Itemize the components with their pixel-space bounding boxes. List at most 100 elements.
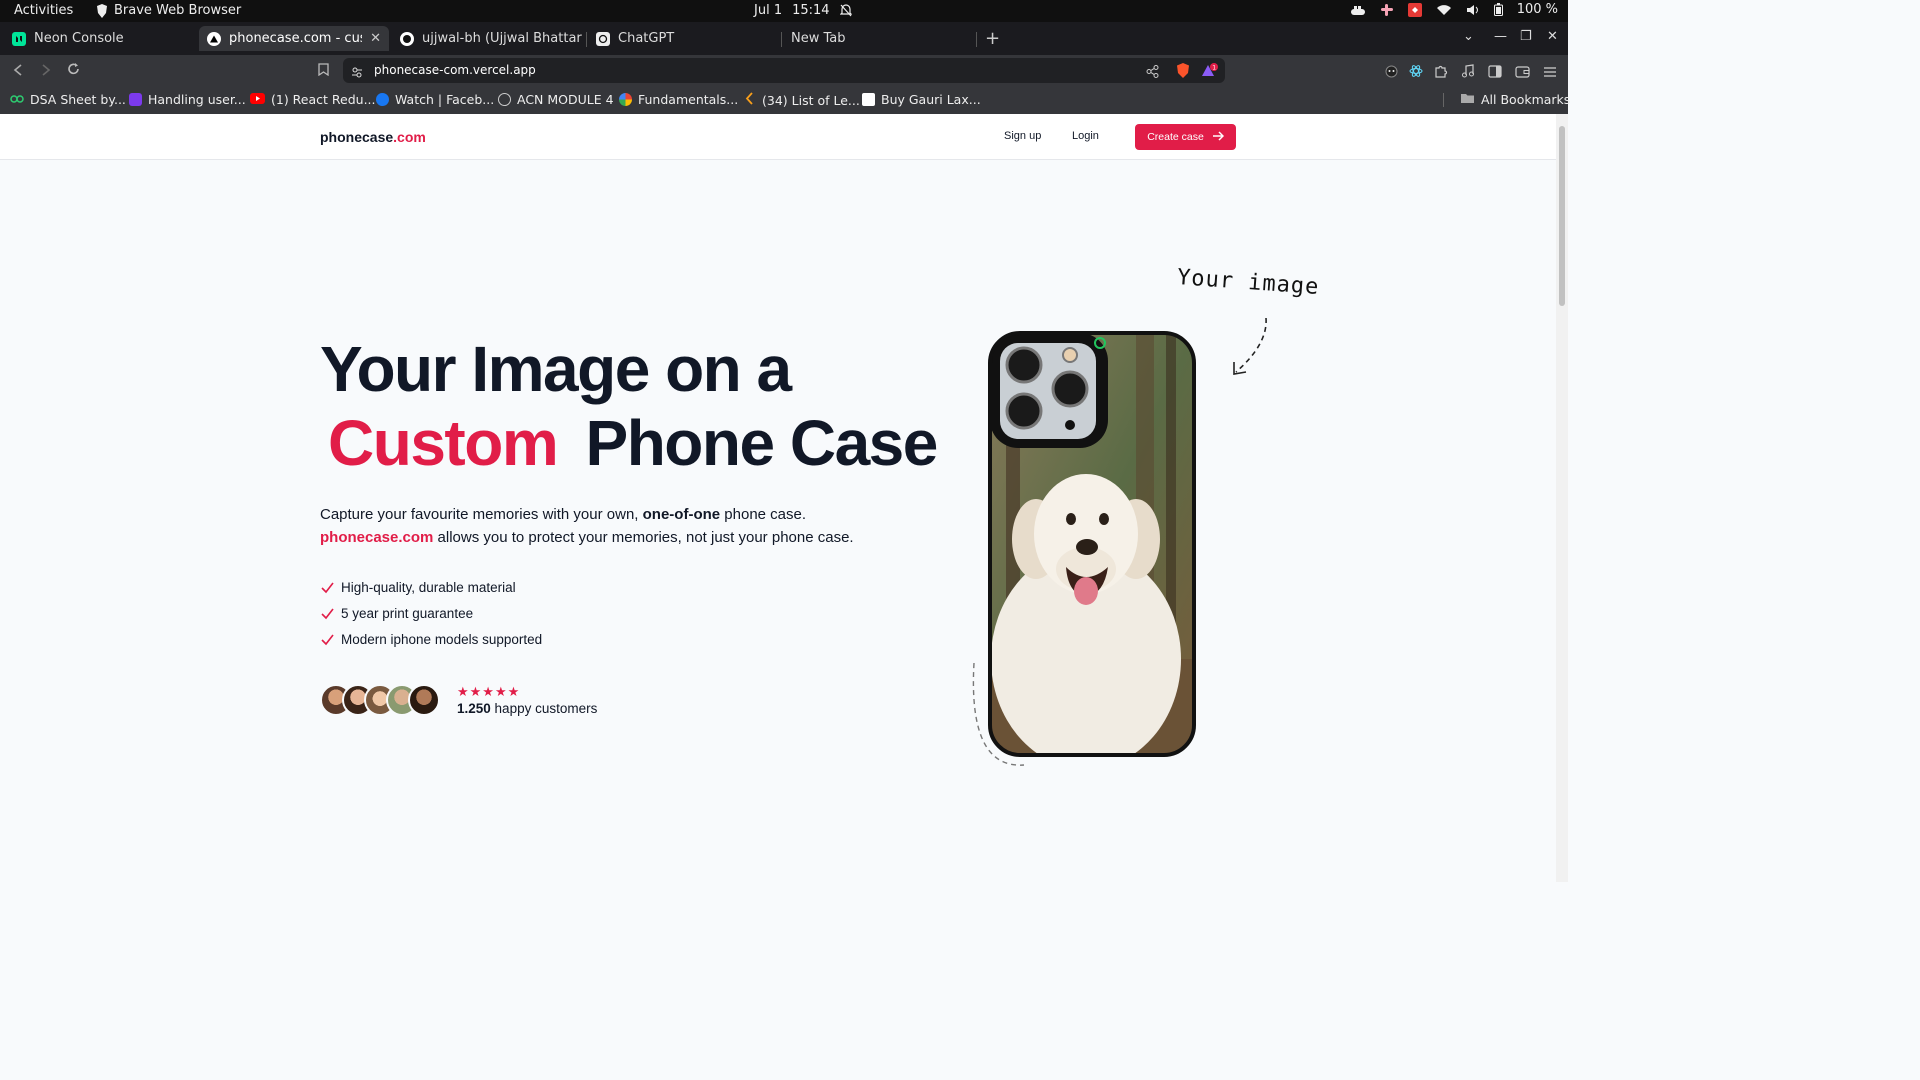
- bookmark-acn-module[interactable]: ACN MODULE 4: [498, 92, 614, 107]
- check-icon: [321, 582, 334, 593]
- bookmarks-bar: DSA Sheet by... Handling user... (1) Rea…: [0, 86, 1570, 114]
- feature-label: High-quality, durable material: [341, 579, 516, 595]
- brave-rewards-icon[interactable]: 1: [1201, 63, 1219, 82]
- headline-line1: Your Image on a: [320, 333, 792, 405]
- bookmark-fundamentals[interactable]: Fundamentals...: [619, 92, 738, 107]
- amazon-icon: [862, 93, 875, 106]
- extension-react-icon[interactable]: [1409, 63, 1423, 82]
- tab-separator: [781, 32, 782, 47]
- active-app-indicator[interactable]: Brave Web Browser: [96, 3, 241, 18]
- slack-icon[interactable]: [1380, 3, 1394, 17]
- bookmark-leetcode-list[interactable]: (34) List of Le...: [744, 92, 860, 108]
- reload-icon[interactable]: [67, 62, 81, 80]
- tab-label: phonecase.com - custom: [229, 31, 362, 46]
- activities-button[interactable]: Activities: [14, 3, 73, 18]
- brave-icon: [96, 3, 108, 18]
- star-rating: ★★★★★: [457, 683, 521, 699]
- page-scrollbar[interactable]: [1556, 114, 1568, 882]
- hero-headline: Your Image on a Custom Phone Case: [320, 332, 939, 480]
- signup-link[interactable]: Sign up: [1004, 130, 1041, 142]
- customer-count: 1.250: [457, 700, 491, 716]
- chatgpt-icon: [596, 31, 610, 46]
- dashed-arrow-icon: [1233, 317, 1267, 375]
- clock[interactable]: Jul 1 15:14: [754, 3, 852, 18]
- your-image-annotation: Your image: [1176, 265, 1321, 300]
- happy-customers: 1.250 happy customers: [457, 701, 597, 716]
- tab-chatgpt[interactable]: ChatGPT: [588, 26, 778, 51]
- brave-shields-icon[interactable]: [1176, 63, 1190, 82]
- bookmark-label: Watch | Faceb...: [395, 92, 495, 107]
- svg-text:1: 1: [1212, 65, 1216, 72]
- check-icon: [321, 634, 334, 645]
- headline-line2: Phone Case: [585, 407, 939, 479]
- notifications-off-icon: [839, 4, 852, 17]
- scrollbar-thumb[interactable]: [1559, 126, 1565, 306]
- customer-avatars: [320, 684, 440, 716]
- share-icon[interactable]: [1146, 63, 1159, 82]
- desc-part3: allows you to protect your memories, not…: [433, 529, 854, 546]
- os-top-bar: Activities Brave Web Browser Jul 1 15:14…: [0, 0, 1568, 22]
- desc-part2: phone case.: [720, 506, 807, 523]
- bookmark-dsa-sheet[interactable]: DSA Sheet by...: [10, 92, 126, 107]
- feature-item: High-quality, durable material: [320, 574, 542, 600]
- wifi-icon[interactable]: [1436, 4, 1452, 16]
- minimize-icon[interactable]: —: [1494, 29, 1507, 44]
- browser-tab-strip: Neon Console phonecase.com - custom ✕ uj…: [0, 22, 1568, 55]
- tab-github[interactable]: ujjwal-bh (Ujjwal Bhattarai): [392, 26, 582, 51]
- tab-search-icon[interactable]: ⌄: [1463, 29, 1474, 44]
- create-case-button[interactable]: Create case: [1135, 124, 1236, 150]
- tab-label: ChatGPT: [618, 31, 675, 46]
- system-tray[interactable]: 100 %: [1350, 2, 1558, 17]
- close-tab-icon[interactable]: ✕: [370, 31, 381, 46]
- bookmark-label: All Bookmarks: [1481, 92, 1571, 107]
- tab-label: New Tab: [791, 31, 846, 46]
- app-name: Brave Web Browser: [114, 3, 242, 18]
- tab-new-tab[interactable]: New Tab: [783, 26, 973, 51]
- battery-icon[interactable]: [1493, 3, 1503, 16]
- tab-neon-console[interactable]: Neon Console: [4, 26, 194, 51]
- feature-label: Modern iphone models supported: [341, 631, 543, 647]
- site-navbar: phonecase.com Sign up Login Create case: [0, 114, 1556, 160]
- bookmark-facebook-watch[interactable]: Watch | Faceb...: [376, 92, 494, 107]
- extensions-icon[interactable]: [1434, 63, 1448, 82]
- extension-panda-icon[interactable]: [1385, 63, 1398, 82]
- bookmark-label: (1) React Redu...: [271, 92, 376, 107]
- back-icon[interactable]: [13, 62, 23, 80]
- bookmark-label: (34) List of Le...: [762, 92, 860, 108]
- youtube-icon: [250, 92, 265, 107]
- globe-icon: [498, 93, 511, 106]
- restore-icon[interactable]: ❐: [1520, 29, 1532, 44]
- clock-date: Jul 1: [754, 3, 783, 18]
- neon-icon: [12, 31, 26, 46]
- leetcode-icon: [744, 92, 756, 108]
- bookmark-page-icon[interactable]: [318, 62, 329, 80]
- bookmark-handling-user[interactable]: Handling user...: [129, 92, 246, 107]
- address-bar[interactable]: phonecase-com.vercel.app 1: [343, 58, 1225, 83]
- desc-brand: phonecase.com: [320, 529, 434, 546]
- login-link[interactable]: Login: [1072, 130, 1099, 142]
- wallet-icon[interactable]: [1515, 63, 1530, 82]
- headline-highlight: Custom: [328, 407, 559, 479]
- site-settings-icon[interactable]: [351, 63, 363, 82]
- tab-phonecase[interactable]: phonecase.com - custom ✕: [199, 26, 389, 51]
- bookmark-label: DSA Sheet by...: [30, 92, 126, 107]
- dashed-curve-decoration: [972, 662, 1025, 766]
- new-tab-button[interactable]: +: [985, 28, 1000, 49]
- media-icon[interactable]: [1461, 63, 1475, 82]
- close-window-icon[interactable]: ✕: [1547, 29, 1558, 44]
- tab-label: Neon Console: [34, 31, 124, 46]
- forward-icon[interactable]: [41, 62, 51, 80]
- clock-time: 15:14: [792, 3, 830, 18]
- bookmark-amazon[interactable]: Buy Gauri Lax...: [862, 92, 981, 107]
- bookmark-react-redux[interactable]: (1) React Redu...: [250, 92, 376, 107]
- docker-icon[interactable]: [1350, 4, 1366, 16]
- desc-bold: one-of-one: [642, 506, 721, 523]
- github-icon: [400, 31, 414, 46]
- volume-icon[interactable]: [1466, 4, 1480, 16]
- anydesk-icon[interactable]: [1407, 2, 1422, 17]
- sidebar-icon[interactable]: [1488, 63, 1502, 82]
- brand-main: phonecase: [320, 129, 394, 145]
- all-bookmarks-folder[interactable]: All Bookmarks: [1443, 92, 1570, 107]
- site-logo[interactable]: phonecase.com: [320, 129, 426, 145]
- menu-icon[interactable]: [1543, 63, 1557, 82]
